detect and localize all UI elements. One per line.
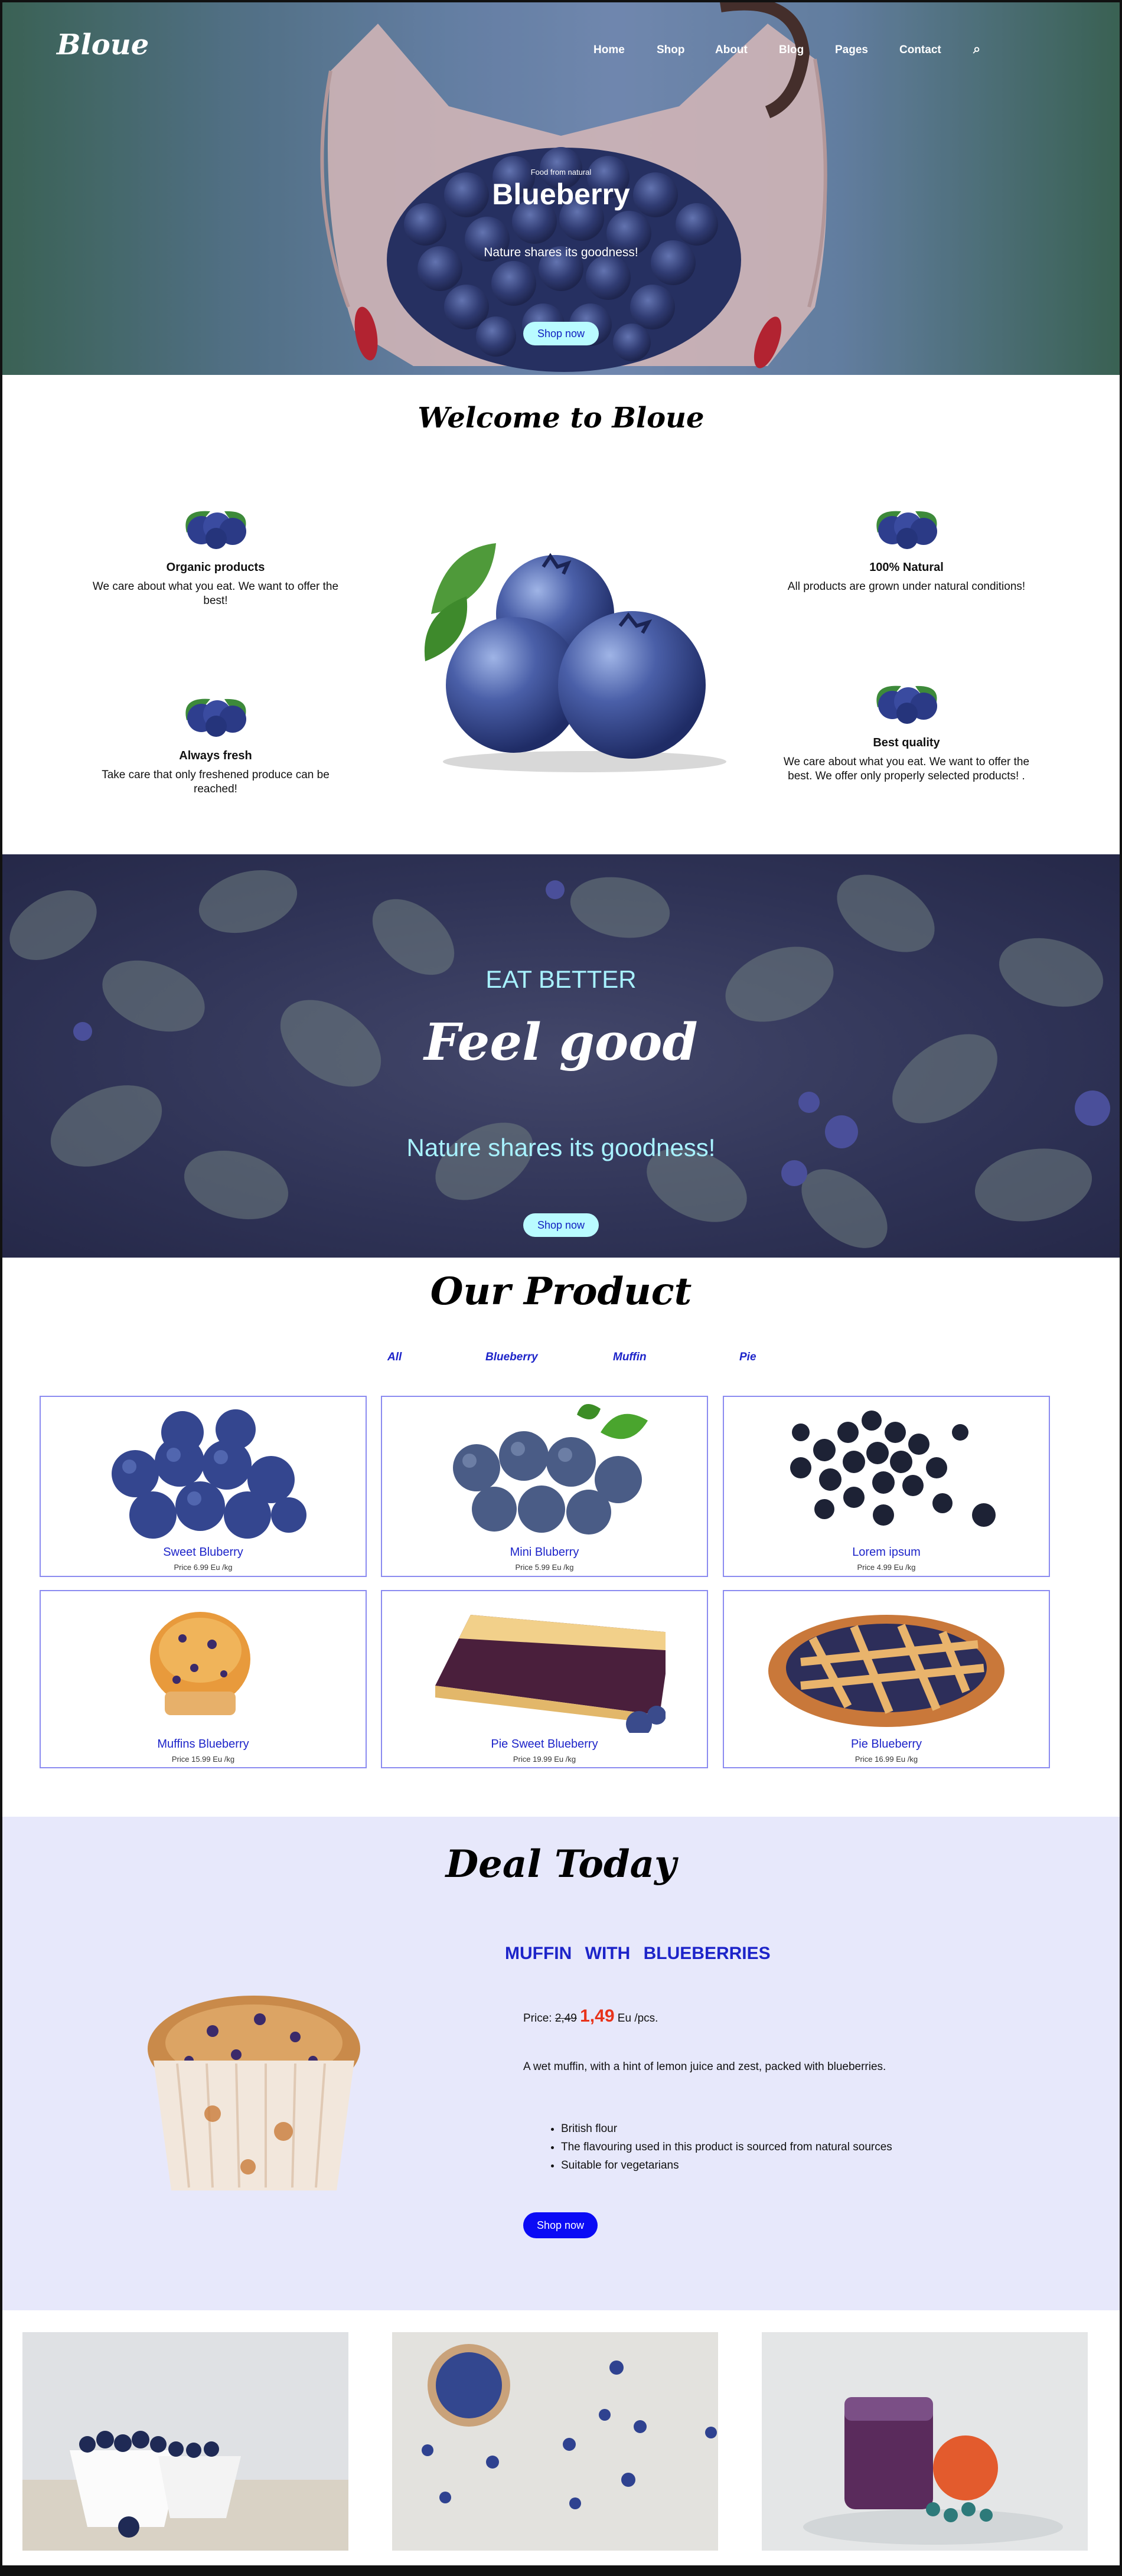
product-name[interactable]: Pie Sweet Blueberry bbox=[382, 1738, 707, 1751]
product-name[interactable]: Sweet Bluberry bbox=[41, 1546, 366, 1559]
feature-title-organic: Organic products bbox=[166, 561, 265, 574]
filter-all[interactable]: All bbox=[387, 1351, 402, 1364]
feature-text-natural: All products are grown under natural con… bbox=[787, 580, 1026, 593]
feature-text-organic: We care about what you eat. We want to o… bbox=[92, 580, 339, 607]
product-card[interactable]: Pie Sweet Blueberry Price 19.99 Eu /kg bbox=[381, 1590, 708, 1768]
product-name[interactable]: Pie Blueberry bbox=[724, 1738, 1049, 1751]
blueberry-icon bbox=[876, 511, 937, 549]
product-image-muffin bbox=[150, 1612, 250, 1715]
product-card[interactable]: Mini Bluberry Price 5.99 Eu /kg bbox=[381, 1396, 708, 1577]
promo-title: Feel good bbox=[424, 1013, 698, 1072]
hero-section: Bloue Home Shop About Blog Pages Contact… bbox=[0, 0, 1122, 375]
promo-subtitle: Nature shares its goodness! bbox=[406, 1134, 716, 1161]
product-price: Price 16.99 Eu /kg bbox=[854, 1755, 918, 1764]
blueberry-icon bbox=[185, 698, 246, 737]
promo-kicker: EAT BETTER bbox=[485, 965, 637, 993]
hero-kicker: Food from natural bbox=[530, 168, 592, 177]
deal-bullets: British flour The flavouring used in thi… bbox=[561, 2120, 892, 2175]
blueberry-icon bbox=[876, 685, 937, 724]
product-name[interactable]: Mini Bluberry bbox=[382, 1546, 707, 1559]
product-image-mini-blueberry bbox=[453, 1404, 648, 1535]
hero-title: Blueberry bbox=[492, 178, 630, 211]
filter-blueberry[interactable]: Blueberry bbox=[485, 1351, 538, 1364]
product-card[interactable]: Pie Blueberry Price 16.99 Eu /kg bbox=[723, 1590, 1050, 1768]
deal-bullet: The flavouring used in this product is s… bbox=[561, 2138, 892, 2156]
product-image-lattice-pie bbox=[768, 1615, 1004, 1727]
products-title: Our Product bbox=[430, 1269, 692, 1314]
deal-price-unit: Eu /pcs. bbox=[617, 2012, 658, 2025]
blueberries-center-image bbox=[424, 543, 726, 772]
deal-shop-now-button[interactable]: Shop now bbox=[523, 2212, 598, 2238]
product-name[interactable]: Lorem ipsum bbox=[724, 1546, 1049, 1559]
product-card[interactable]: Muffins Blueberry Price 15.99 Eu /kg bbox=[40, 1590, 367, 1768]
nav-home[interactable]: Home bbox=[593, 44, 625, 57]
nav-pages[interactable]: Pages bbox=[835, 44, 868, 57]
deal-new-price: 1,49 bbox=[580, 2006, 615, 2026]
nav-shop[interactable]: Shop bbox=[657, 44, 685, 57]
hero-shop-now-button[interactable]: Shop now bbox=[523, 322, 599, 345]
feature-text-quality: We care about what you eat. We want to o… bbox=[783, 756, 1030, 782]
gallery-photo-bowls[interactable] bbox=[22, 2332, 348, 2551]
filter-pie[interactable]: Pie bbox=[739, 1351, 756, 1364]
gallery-photo-jam-glass[interactable] bbox=[762, 2332, 1088, 2551]
product-name[interactable]: Muffins Blueberry bbox=[41, 1738, 366, 1751]
feature-title-quality: Best quality bbox=[873, 736, 940, 749]
product-price: Price 5.99 Eu /kg bbox=[515, 1563, 574, 1572]
deal-price-label: Price: bbox=[523, 2012, 552, 2025]
nav-blog[interactable]: Blog bbox=[779, 44, 804, 57]
deal-title: Deal Today bbox=[445, 1842, 677, 1886]
nav-about[interactable]: About bbox=[715, 44, 748, 57]
gallery-photo-scattered-berries[interactable] bbox=[392, 2332, 718, 2551]
product-price: Price 4.99 Eu /kg bbox=[857, 1563, 916, 1572]
deal-bullet: Suitable for vegetarians bbox=[561, 2156, 892, 2175]
feature-title-fresh: Always fresh bbox=[179, 749, 252, 762]
welcome-title: Welcome to Bloue bbox=[418, 401, 704, 435]
deal-old-price: 2,49 bbox=[555, 2012, 577, 2025]
promo-shop-now-button[interactable]: Shop now bbox=[523, 1213, 599, 1237]
filter-muffin[interactable]: Muffin bbox=[613, 1351, 647, 1364]
deal-muffin-image bbox=[148, 1996, 360, 2190]
deal-description: A wet muffin, with a hint of lemon juice… bbox=[523, 2061, 886, 2073]
deal-bullet: British flour bbox=[561, 2120, 892, 2138]
product-image-sweet-blueberry bbox=[112, 1409, 306, 1539]
brand-logo[interactable]: Bloue bbox=[57, 28, 149, 61]
blueberry-icon bbox=[185, 511, 246, 549]
product-price: Price 19.99 Eu /kg bbox=[513, 1755, 576, 1764]
footer-bar bbox=[0, 2565, 1122, 2576]
product-image-pie-slice bbox=[435, 1615, 666, 1733]
search-icon[interactable]: ⌕ bbox=[973, 41, 980, 57]
product-price: Price 15.99 Eu /kg bbox=[171, 1755, 235, 1764]
hero-subtitle: Nature shares its goodness! bbox=[484, 246, 638, 259]
deal-price-line: Price: 2,49 1,49 Eu /pcs. bbox=[523, 2006, 658, 2026]
deal-product-name: MUFFIN WITH BLUEBERRIES bbox=[505, 1944, 771, 1963]
feature-title-natural: 100% Natural bbox=[869, 561, 944, 574]
product-price: Price 6.99 Eu /kg bbox=[174, 1563, 233, 1572]
product-image-lorem-ipsum bbox=[790, 1411, 996, 1527]
product-card[interactable]: Sweet Bluberry Price 6.99 Eu /kg bbox=[40, 1396, 367, 1577]
nav-contact[interactable]: Contact bbox=[899, 44, 941, 57]
feature-text-fresh: Take care that only freshened produce ca… bbox=[102, 769, 330, 795]
product-card[interactable]: Lorem ipsum Price 4.99 Eu /kg bbox=[723, 1396, 1050, 1577]
